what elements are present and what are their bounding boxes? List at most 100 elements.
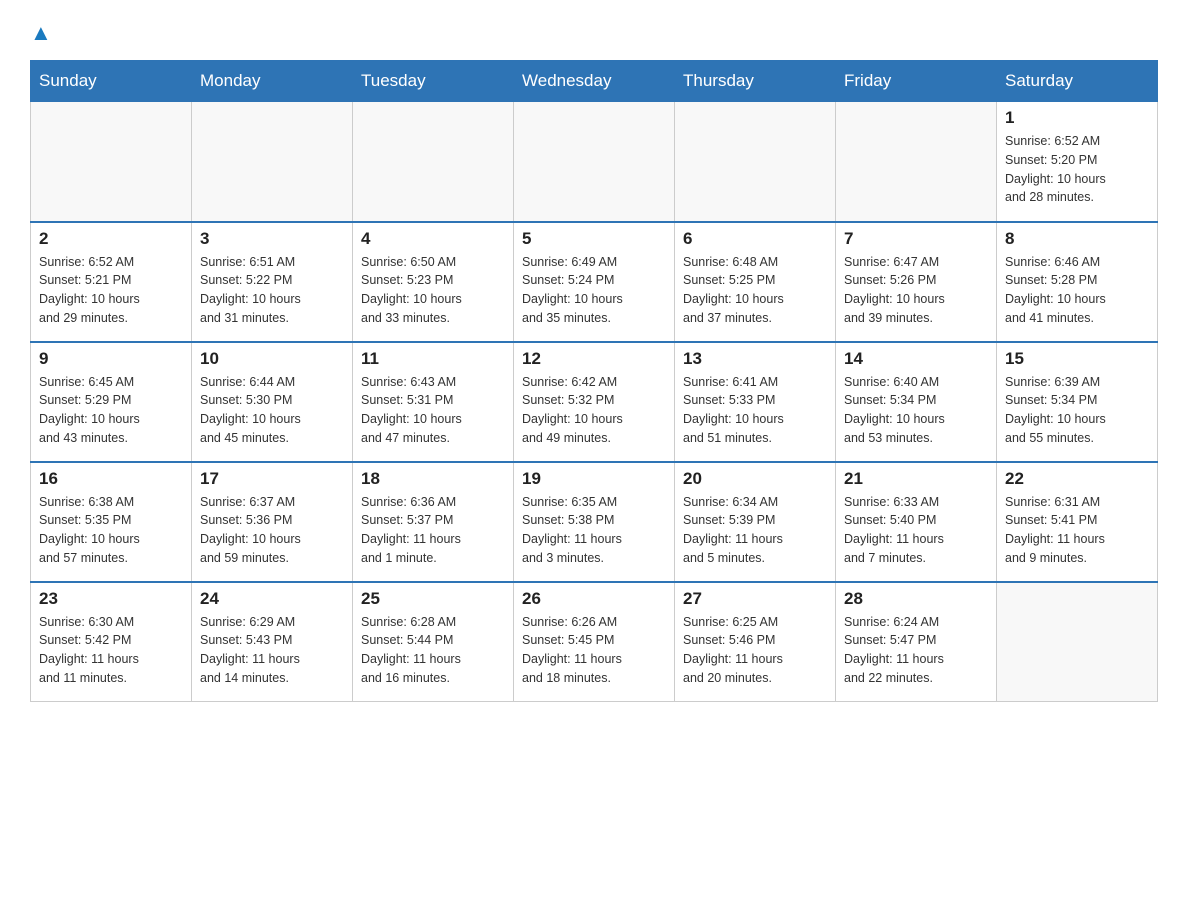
calendar-cell bbox=[675, 102, 836, 222]
calendar-cell bbox=[353, 102, 514, 222]
day-info: Sunrise: 6:47 AMSunset: 5:26 PMDaylight:… bbox=[844, 253, 988, 328]
day-number: 16 bbox=[39, 469, 183, 489]
day-number: 5 bbox=[522, 229, 666, 249]
day-number: 24 bbox=[200, 589, 344, 609]
column-header-thursday: Thursday bbox=[675, 61, 836, 102]
day-info: Sunrise: 6:38 AMSunset: 5:35 PMDaylight:… bbox=[39, 493, 183, 568]
day-number: 28 bbox=[844, 589, 988, 609]
day-number: 6 bbox=[683, 229, 827, 249]
week-row-1: 1 Sunrise: 6:52 AMSunset: 5:20 PMDaylight… bbox=[31, 102, 1158, 222]
calendar-cell: 27Sunrise: 6:25 AMSunset: 5:46 PMDayligh… bbox=[675, 582, 836, 702]
calendar-cell: 26 Sunrise: 6:26 AMSunset: 5:45 PMDayligh… bbox=[514, 582, 675, 702]
calendar-cell: 4 Sunrise: 6:50 AMSunset: 5:23 PMDaylight… bbox=[353, 222, 514, 342]
calendar-cell bbox=[997, 582, 1158, 702]
day-number: 17 bbox=[200, 469, 344, 489]
calendar-cell: 14 Sunrise: 6:40 AMSunset: 5:34 PMDayligh… bbox=[836, 342, 997, 462]
day-number: 23 bbox=[39, 589, 183, 609]
day-number: 10 bbox=[200, 349, 344, 369]
day-info: Sunrise: 6:46 AMSunset: 5:28 PMDaylight:… bbox=[1005, 253, 1149, 328]
calendar-cell: 10 Sunrise: 6:44 AMSunset: 5:30 PMDayligh… bbox=[192, 342, 353, 462]
day-info: Sunrise: 6:34 AMSunset: 5:39 PMDaylight:… bbox=[683, 493, 827, 568]
calendar-cell: 22 Sunrise: 6:31 AMSunset: 5:41 PMDayligh… bbox=[997, 462, 1158, 582]
week-row-3: 9Sunrise: 6:45 AMSunset: 5:29 PMDaylight… bbox=[31, 342, 1158, 462]
calendar-cell bbox=[192, 102, 353, 222]
day-number: 2 bbox=[39, 229, 183, 249]
calendar-header-row: SundayMondayTuesdayWednesdayThursdayFrid… bbox=[31, 61, 1158, 102]
week-row-5: 23 Sunrise: 6:30 AMSunset: 5:42 PMDayligh… bbox=[31, 582, 1158, 702]
day-info: Sunrise: 6:52 AMSunset: 5:21 PMDaylight:… bbox=[39, 253, 183, 328]
calendar-cell: 12 Sunrise: 6:42 AMSunset: 5:32 PMDayligh… bbox=[514, 342, 675, 462]
day-info: Sunrise: 6:48 AMSunset: 5:25 PMDaylight:… bbox=[683, 253, 827, 328]
day-info: Sunrise: 6:50 AMSunset: 5:23 PMDaylight:… bbox=[361, 253, 505, 328]
day-number: 20 bbox=[683, 469, 827, 489]
day-info: Sunrise: 6:40 AMSunset: 5:34 PMDaylight:… bbox=[844, 373, 988, 448]
calendar-cell: 13 Sunrise: 6:41 AMSunset: 5:33 PMDayligh… bbox=[675, 342, 836, 462]
day-number: 26 bbox=[522, 589, 666, 609]
day-number: 15 bbox=[1005, 349, 1149, 369]
column-header-sunday: Sunday bbox=[31, 61, 192, 102]
calendar-cell: 20 Sunrise: 6:34 AMSunset: 5:39 PMDayligh… bbox=[675, 462, 836, 582]
day-number: 21 bbox=[844, 469, 988, 489]
day-number: 8 bbox=[1005, 229, 1149, 249]
day-info: Sunrise: 6:31 AMSunset: 5:41 PMDaylight:… bbox=[1005, 493, 1149, 568]
day-info: Sunrise: 6:42 AMSunset: 5:32 PMDaylight:… bbox=[522, 373, 666, 448]
day-info: Sunrise: 6:25 AMSunset: 5:46 PMDaylight:… bbox=[683, 613, 827, 688]
calendar-cell bbox=[514, 102, 675, 222]
logo: ▲ bbox=[30, 20, 52, 44]
calendar-cell: 19 Sunrise: 6:35 AMSunset: 5:38 PMDayligh… bbox=[514, 462, 675, 582]
calendar-cell: 8 Sunrise: 6:46 AMSunset: 5:28 PMDaylight… bbox=[997, 222, 1158, 342]
day-number: 13 bbox=[683, 349, 827, 369]
day-info: Sunrise: 6:35 AMSunset: 5:38 PMDaylight:… bbox=[522, 493, 666, 568]
day-info: Sunrise: 6:52 AMSunset: 5:20 PMDaylight:… bbox=[1005, 132, 1149, 207]
day-info: Sunrise: 6:24 AMSunset: 5:47 PMDaylight:… bbox=[844, 613, 988, 688]
calendar-cell: 23 Sunrise: 6:30 AMSunset: 5:42 PMDayligh… bbox=[31, 582, 192, 702]
calendar-table: SundayMondayTuesdayWednesdayThursdayFrid… bbox=[30, 60, 1158, 702]
calendar-cell: 1 Sunrise: 6:52 AMSunset: 5:20 PMDaylight… bbox=[997, 102, 1158, 222]
day-info: Sunrise: 6:26 AMSunset: 5:45 PMDaylight:… bbox=[522, 613, 666, 688]
calendar-cell: 21Sunrise: 6:33 AMSunset: 5:40 PMDayligh… bbox=[836, 462, 997, 582]
day-number: 14 bbox=[844, 349, 988, 369]
column-header-tuesday: Tuesday bbox=[353, 61, 514, 102]
day-info: Sunrise: 6:51 AMSunset: 5:22 PMDaylight:… bbox=[200, 253, 344, 328]
logo-blue-text: ▲ bbox=[30, 20, 52, 46]
calendar-cell: 24 Sunrise: 6:29 AMSunset: 5:43 PMDayligh… bbox=[192, 582, 353, 702]
calendar-cell bbox=[836, 102, 997, 222]
calendar-cell: 2 Sunrise: 6:52 AMSunset: 5:21 PMDaylight… bbox=[31, 222, 192, 342]
day-info: Sunrise: 6:39 AMSunset: 5:34 PMDaylight:… bbox=[1005, 373, 1149, 448]
calendar-cell: 28 Sunrise: 6:24 AMSunset: 5:47 PMDayligh… bbox=[836, 582, 997, 702]
day-number: 4 bbox=[361, 229, 505, 249]
calendar-cell bbox=[31, 102, 192, 222]
calendar-cell: 18 Sunrise: 6:36 AMSunset: 5:37 PMDayligh… bbox=[353, 462, 514, 582]
day-number: 11 bbox=[361, 349, 505, 369]
day-number: 19 bbox=[522, 469, 666, 489]
column-header-friday: Friday bbox=[836, 61, 997, 102]
day-info: Sunrise: 6:36 AMSunset: 5:37 PMDaylight:… bbox=[361, 493, 505, 568]
day-number: 1 bbox=[1005, 108, 1149, 128]
day-info: Sunrise: 6:30 AMSunset: 5:42 PMDaylight:… bbox=[39, 613, 183, 688]
calendar-cell: 5 Sunrise: 6:49 AMSunset: 5:24 PMDaylight… bbox=[514, 222, 675, 342]
calendar-cell: 3Sunrise: 6:51 AMSunset: 5:22 PMDaylight… bbox=[192, 222, 353, 342]
day-info: Sunrise: 6:41 AMSunset: 5:33 PMDaylight:… bbox=[683, 373, 827, 448]
calendar-cell: 15 Sunrise: 6:39 AMSunset: 5:34 PMDayligh… bbox=[997, 342, 1158, 462]
calendar-cell: 9Sunrise: 6:45 AMSunset: 5:29 PMDaylight… bbox=[31, 342, 192, 462]
calendar-cell: 11 Sunrise: 6:43 AMSunset: 5:31 PMDayligh… bbox=[353, 342, 514, 462]
calendar-cell: 7 Sunrise: 6:47 AMSunset: 5:26 PMDaylight… bbox=[836, 222, 997, 342]
day-info: Sunrise: 6:28 AMSunset: 5:44 PMDaylight:… bbox=[361, 613, 505, 688]
day-info: Sunrise: 6:45 AMSunset: 5:29 PMDaylight:… bbox=[39, 373, 183, 448]
day-number: 25 bbox=[361, 589, 505, 609]
column-header-monday: Monday bbox=[192, 61, 353, 102]
page-header: ▲ bbox=[30, 20, 1158, 44]
day-number: 7 bbox=[844, 229, 988, 249]
day-info: Sunrise: 6:44 AMSunset: 5:30 PMDaylight:… bbox=[200, 373, 344, 448]
day-info: Sunrise: 6:49 AMSunset: 5:24 PMDaylight:… bbox=[522, 253, 666, 328]
week-row-4: 16 Sunrise: 6:38 AMSunset: 5:35 PMDayligh… bbox=[31, 462, 1158, 582]
calendar-cell: 25 Sunrise: 6:28 AMSunset: 5:44 PMDayligh… bbox=[353, 582, 514, 702]
column-header-saturday: Saturday bbox=[997, 61, 1158, 102]
day-number: 22 bbox=[1005, 469, 1149, 489]
day-number: 12 bbox=[522, 349, 666, 369]
calendar-cell: 17Sunrise: 6:37 AMSunset: 5:36 PMDayligh… bbox=[192, 462, 353, 582]
day-number: 18 bbox=[361, 469, 505, 489]
week-row-2: 2 Sunrise: 6:52 AMSunset: 5:21 PMDaylight… bbox=[31, 222, 1158, 342]
day-info: Sunrise: 6:29 AMSunset: 5:43 PMDaylight:… bbox=[200, 613, 344, 688]
day-info: Sunrise: 6:43 AMSunset: 5:31 PMDaylight:… bbox=[361, 373, 505, 448]
